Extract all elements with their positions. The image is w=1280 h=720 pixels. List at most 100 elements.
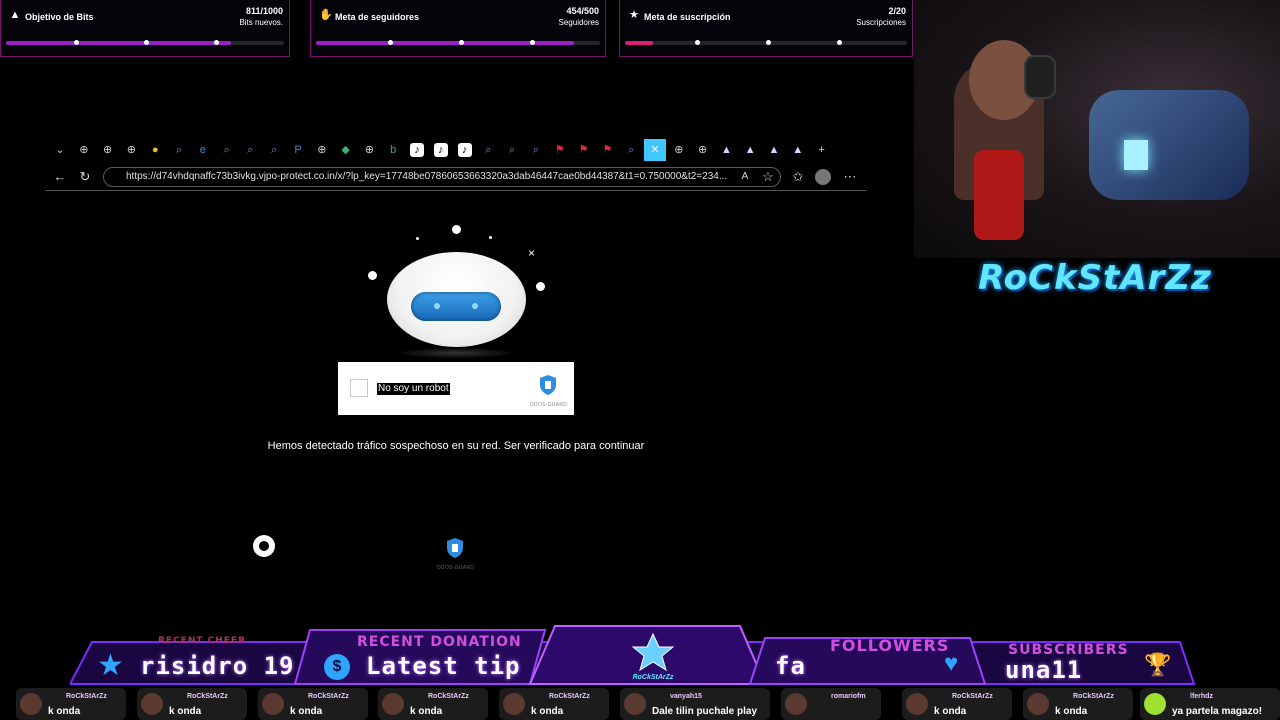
url-text: https://d74vhdqnaffc73b3ivkg.vjpo-protec… (126, 171, 728, 182)
avatar (1144, 693, 1166, 715)
chevron-down-icon[interactable]: ⌄ (53, 143, 67, 157)
search-icon[interactable]: ⌕ (243, 143, 257, 157)
globe-icon[interactable]: ⊕ (77, 143, 91, 157)
star-icon: ★ (97, 649, 124, 682)
flag-icon[interactable]: ⚑ (577, 143, 591, 157)
center-star-logo: RoCkStArZz (622, 632, 684, 681)
tiktok-icon[interactable]: ♪ (457, 143, 472, 157)
sparkle-decoration (452, 225, 461, 234)
sparkle-decoration (536, 282, 545, 291)
globe-icon[interactable]: ⊕ (124, 143, 138, 157)
chat-message-card: RoCkStArZz k onda (499, 688, 609, 720)
globe-icon[interactable]: ⊕ (315, 143, 329, 157)
avatar (503, 693, 525, 715)
milestone-dot (459, 40, 464, 45)
captcha-widget: No soy un robot DDOS-GUARD (338, 362, 574, 415)
recent-donation-value: Latest tip (366, 652, 521, 680)
search-icon[interactable]: ⌕ (624, 143, 638, 157)
address-bar[interactable]: https://d74vhdqnaffc73b3ivkg.vjpo-protec… (103, 167, 781, 187)
chat-message-text: k onda (290, 706, 323, 717)
avatar (262, 693, 284, 715)
not-robot-checkbox[interactable] (350, 379, 368, 397)
flag-icon[interactable]: ⚑ (553, 143, 567, 157)
chat-message-text: k onda (169, 706, 202, 717)
chat-message-card: RoCkStArZz k onda (1023, 688, 1133, 720)
chat-message-text: k onda (48, 706, 81, 717)
recent-cheer-value: risidro 19 (140, 652, 295, 680)
favorites-list-icon[interactable]: ✩ (789, 168, 807, 186)
search-icon[interactable]: ⌕ (267, 143, 281, 157)
globe-icon[interactable]: ⊕ (672, 143, 686, 157)
flag-icon[interactable]: ⚑ (600, 143, 614, 157)
milestone-dot (530, 40, 535, 45)
chat-message-text: k onda (934, 706, 967, 717)
back-arrow-icon[interactable]: ← (51, 168, 69, 186)
ddos-guard-shield-icon (540, 375, 556, 395)
light-decor (1124, 140, 1148, 170)
checkbox-label: No soy un robot (377, 383, 450, 395)
chat-message-card: RoCkStArZz k onda (16, 688, 126, 720)
reload-icon[interactable]: ↻ (76, 168, 94, 186)
sparkle-decoration (489, 236, 492, 239)
bell-icon[interactable]: ▲ (767, 143, 781, 157)
goal-subtitle: Seguidores (558, 18, 599, 27)
shield-icon[interactable]: ◆ (339, 143, 353, 157)
followers-value: fa (775, 652, 806, 680)
globe-icon[interactable]: ⊕ (362, 143, 376, 157)
globe-icon[interactable]: ⊕ (696, 143, 710, 157)
chat-message-text: k onda (410, 706, 443, 717)
p-icon[interactable]: P (291, 143, 305, 157)
goal-progress-bar (316, 40, 600, 45)
goal-count: 2/20 (888, 6, 906, 16)
b-icon[interactable]: b (386, 143, 400, 157)
more-menu-icon[interactable]: ⋯ (841, 168, 859, 186)
chat-username: romariofm (831, 693, 866, 700)
handshake-icon: ✋ (319, 9, 333, 21)
shirt-graphic (974, 150, 1024, 240)
goal-subtitle: Bits nuevos. (239, 18, 283, 27)
chat-message-text: ya partela magazo! (1172, 706, 1263, 717)
plus-icon[interactable]: + (815, 143, 829, 157)
goal-progress-bar (625, 40, 907, 45)
ddos-guard-footer-label: DDOS-GUARD (437, 565, 475, 571)
search-icon[interactable]: ⌕ (172, 143, 186, 157)
chat-username: lferhdz (1190, 693, 1213, 700)
search-icon[interactable]: ⌕ (481, 143, 495, 157)
chat-message-text: k onda (1055, 706, 1088, 717)
milestone-dot (837, 40, 842, 45)
profile-avatar[interactable] (815, 169, 831, 185)
recent-donation-heading: RECENT DONATION (357, 634, 522, 650)
tiktok-icon[interactable]: ♪ (410, 143, 424, 157)
milestone-dot (214, 40, 219, 45)
search-icon[interactable]: ⌕ (505, 143, 519, 157)
search-icon[interactable]: ⌕ (529, 143, 543, 157)
avatar (382, 693, 404, 715)
bits-goal-widget: ▲ Objetivo de Bits 811/1000 Bits nuevos. (0, 0, 290, 57)
goal-subtitle: Suscripciones (856, 18, 906, 27)
read-aloud-icon[interactable]: A (736, 168, 754, 186)
goal-progress-fill (6, 41, 232, 45)
search-icon[interactable]: ⌕ (220, 143, 234, 157)
channel-brand-logo: RoCkStArZz (978, 258, 1212, 298)
close-tab-icon[interactable]: ✕ (644, 139, 666, 161)
ddos-guard-label: DDOS-GUARD (530, 402, 568, 408)
edge-icon[interactable]: e (196, 143, 210, 157)
bell-icon[interactable]: ▲ (719, 143, 733, 157)
avatar (624, 693, 646, 715)
bell-icon[interactable]: ▲ (791, 143, 805, 157)
coin-icon[interactable]: ● (148, 143, 162, 157)
bell-icon[interactable]: ▲ (743, 143, 757, 157)
chat-username: RoCkStArZz (549, 693, 590, 700)
recent-cheer-heading: RECENT CHEER (158, 636, 246, 646)
tiktok-icon[interactable]: ♪ (433, 143, 448, 157)
bits-gem-icon: ▲ (9, 9, 21, 21)
globe-icon[interactable]: ⊕ (101, 143, 115, 157)
favorite-star-icon[interactable]: ☆ (759, 168, 777, 186)
goal-progress-fill (316, 41, 574, 45)
chat-username: RoCkStArZz (66, 693, 107, 700)
avatar (20, 693, 42, 715)
sparkle-x-icon: × (528, 246, 536, 260)
goal-progress-fill (625, 41, 654, 45)
goal-title: Meta de suscripción (644, 12, 731, 22)
chat-message-card: lferhdz ya partela magazo! (1140, 688, 1280, 720)
